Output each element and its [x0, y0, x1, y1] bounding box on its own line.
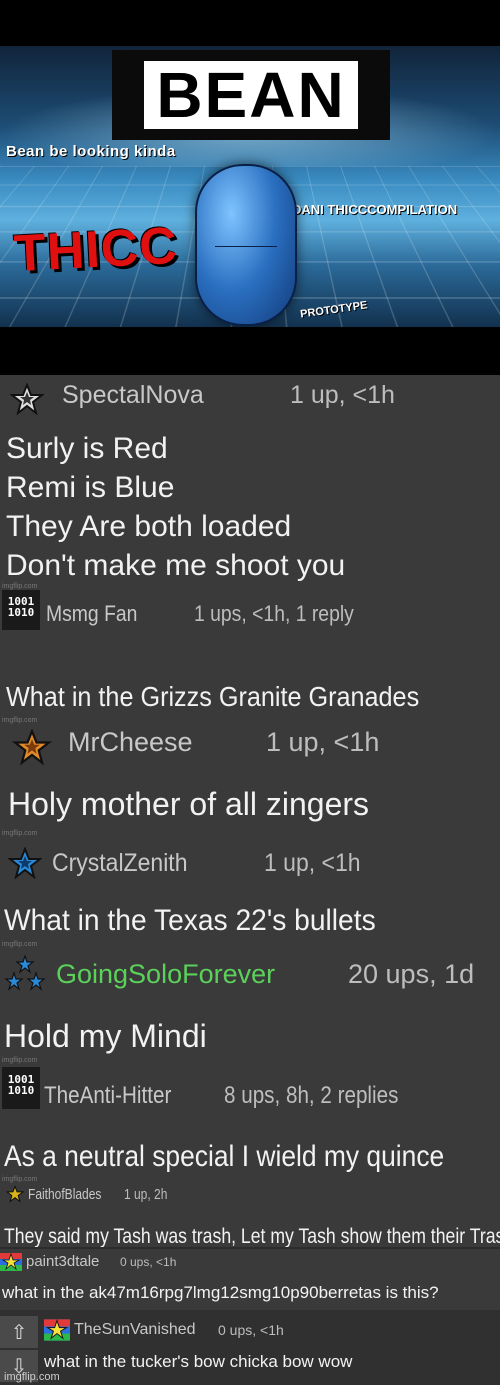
comment-username[interactable]: Msmg Fan: [46, 601, 137, 627]
bean-character-image: [195, 164, 297, 326]
upvote-button[interactable]: ⇧: [0, 1316, 38, 1348]
imgflip-watermark: imgflip.com: [4, 1371, 60, 1383]
gold-star-avatar-icon[interactable]: [6, 1185, 24, 1203]
comment-username[interactable]: GoingSoloForever: [56, 959, 275, 990]
imgflip-mark: imgflip.com: [2, 1176, 37, 1183]
comment-meta: 20 ups, 1d: [348, 959, 474, 990]
orange-star-avatar-icon[interactable]: [12, 729, 52, 765]
comment-text: What in the Texas 22's bullets: [4, 904, 376, 938]
comment-meta: 1 up, 2h: [124, 1186, 167, 1203]
comment-username[interactable]: CrystalZenith: [52, 849, 187, 878]
banner-subtitle: Bean be looking kinda: [6, 143, 176, 160]
comment-text: what in the ak47m16rpg7lmg12smg10p90berr…: [2, 1283, 439, 1303]
arrow-up-icon: ⇧: [11, 1320, 28, 1345]
binary-avatar-icon[interactable]: 1001 1010: [2, 590, 40, 630]
triple-star-avatar-icon[interactable]: [4, 955, 46, 991]
top-black-bar: [0, 0, 500, 46]
banner-title-box: BEAN: [112, 50, 390, 140]
comment-username[interactable]: FaithofBlades: [28, 1186, 101, 1203]
comment-username[interactable]: paint3dtale: [26, 1253, 99, 1270]
comment-meta: 1 up, <1h: [264, 849, 361, 878]
comment-username[interactable]: TheAnti-Hitter: [44, 1082, 171, 1110]
comment-text: what in the tucker's bow chicka bow wow: [44, 1352, 352, 1372]
comment-username[interactable]: TheSunVanished: [74, 1321, 196, 1339]
comment-text: Surly is Red Remi is Blue They Are both …: [6, 429, 345, 585]
star-outline-avatar-icon[interactable]: [10, 383, 44, 415]
imgflip-mark: imgflip.com: [2, 717, 37, 724]
imgflip-mark: imgflip.com: [2, 583, 37, 590]
comment-username[interactable]: MrCheese: [68, 727, 193, 758]
comment-meta: 0 ups, <1h: [218, 1322, 284, 1338]
comment-meta: 0 ups, <1h: [120, 1255, 176, 1269]
comment-text: They said my Tash was trash, Let my Tash…: [4, 1225, 500, 1249]
banner-compilation: DANI THICCCOMPILATION: [292, 202, 457, 217]
meme-banner-image: BEAN Bean be looking kinda THICC DANI TH…: [0, 46, 500, 327]
rainbow-star-avatar-icon[interactable]: [0, 1253, 22, 1271]
comment-meta: 1 up, <1h: [290, 381, 395, 410]
imgflip-mark: imgflip.com: [2, 1057, 37, 1064]
comment-username[interactable]: SpectalNova: [62, 381, 204, 410]
binary-avatar-icon[interactable]: 1001 1010: [2, 1067, 40, 1109]
comment-text: Hold my Mindi: [4, 1018, 207, 1055]
rainbow-star-avatar-icon[interactable]: [44, 1319, 70, 1341]
divider: [0, 1247, 500, 1249]
comment-text: As a neutral special I wield my quince: [4, 1140, 444, 1174]
blue-star-avatar-icon[interactable]: [8, 847, 42, 879]
comment-text: Holy mother of all zingers: [8, 786, 369, 823]
comment-meta: 1 ups, <1h, 1 reply: [194, 601, 354, 627]
comment-panel: ⇧ ⇩ TheSunVanished 0 ups, <1h what in th…: [0, 1310, 500, 1385]
comment-meta: 1 up, <1h: [266, 727, 379, 758]
black-gap: [0, 327, 500, 375]
banner-thicc-text: THICC: [13, 218, 180, 282]
comment-meta: 8 ups, 8h, 2 replies: [224, 1082, 398, 1110]
comment-thread: SpectalNova 1 up, <1h Surly is Red Remi …: [0, 375, 500, 1385]
banner-title: BEAN: [144, 61, 357, 129]
comment-text: What in the Grizzs Granite Granades: [6, 681, 419, 713]
imgflip-mark: imgflip.com: [2, 830, 37, 837]
imgflip-mark: imgflip.com: [2, 941, 37, 948]
